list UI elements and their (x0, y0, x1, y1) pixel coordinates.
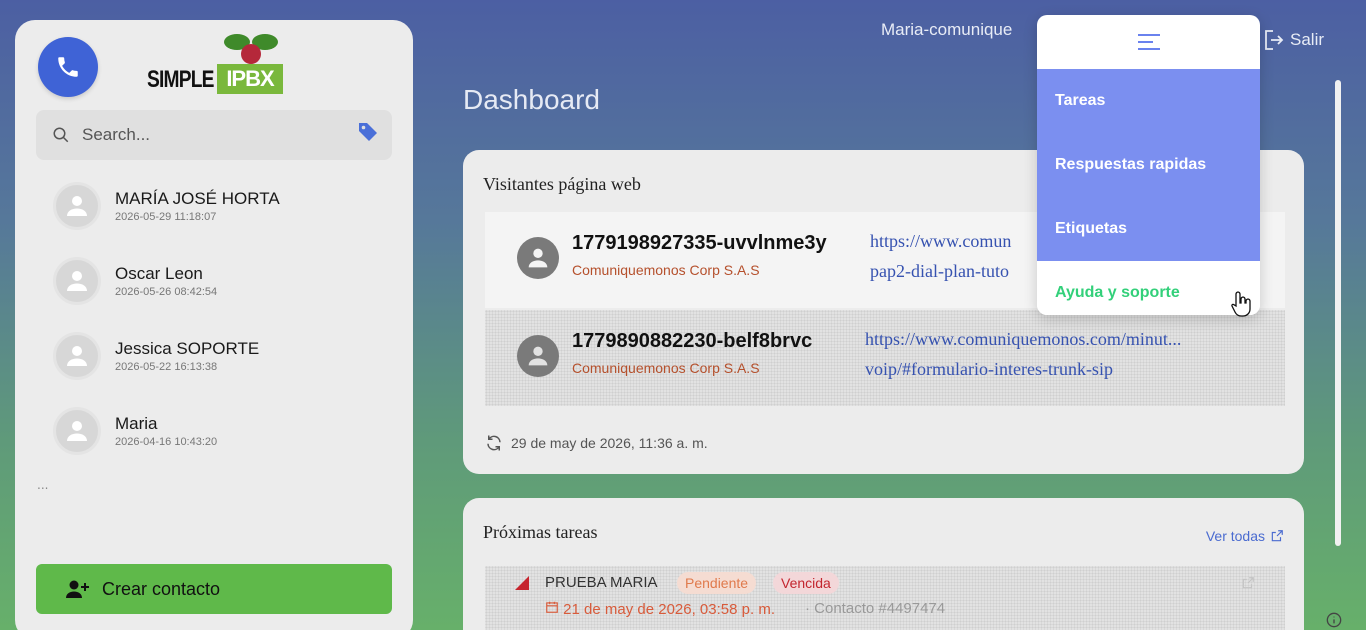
avatar (517, 237, 559, 279)
external-link-icon[interactable] (1241, 576, 1255, 590)
task-date-text: 21 de may de 2026, 03:58 p. m. (563, 601, 775, 618)
search-bar[interactable]: Search... (36, 110, 392, 160)
priority-flag-icon (515, 576, 529, 590)
contact-date: 2026-05-26 08:42:54 (115, 286, 218, 298)
contact-name: Oscar Leon (115, 264, 203, 283)
contact-name: Maria (115, 414, 158, 433)
simpleipbx-logo: SIMPLE IPBX (145, 32, 285, 98)
contact-date: 2026-05-29 11:18:07 (115, 211, 217, 223)
status-badge: Pendiente (677, 572, 757, 594)
visitors-title: Visitantes página web (483, 174, 641, 194)
info-icon[interactable] (1326, 612, 1342, 628)
avatar (53, 182, 101, 230)
user-plus-icon (66, 580, 89, 598)
visitor-url-line2[interactable]: voip/#formulario-interes-trunk-sip (865, 354, 1265, 384)
menu-item-tareas[interactable]: Tareas (1037, 69, 1260, 133)
menu-item-etiquetas[interactable]: Etiquetas (1037, 197, 1260, 261)
visitor-id: 1779198927335-uvvlnme3y (572, 232, 827, 254)
user-name: Maria-comunique (881, 20, 1013, 39)
logo-word: SIMPLE (147, 66, 214, 93)
last-updated-text: 29 de may de 2026, 11:36 a. m. (511, 435, 708, 451)
raspberry-leaf-icon (224, 34, 278, 64)
user-icon (67, 421, 87, 441)
external-link-icon (1271, 530, 1283, 542)
contact-item[interactable]: Oscar Leon 2026-05-26 08:42:54 (53, 251, 393, 311)
last-updated: 29 de may de 2026, 11:36 a. m. (485, 434, 708, 452)
task-item[interactable]: PRUEBA MARIA Pendiente Vencida 21 de may… (485, 566, 1285, 630)
create-contact-label: Crear contacto (102, 578, 221, 599)
tasks-card: Próximas tareas Ver todas PRUEBA MARIA P… (463, 498, 1304, 630)
user-icon (528, 346, 548, 366)
search-input[interactable]: Search... (82, 125, 150, 145)
refresh-icon[interactable] (485, 434, 503, 452)
more-indicator: ... (37, 478, 49, 492)
visitor-company: Comuniquemonos Corp S.A.S (572, 262, 760, 278)
visitor-id: 1779890882230-belf8brvc (572, 330, 813, 352)
scrollbar[interactable] (1335, 80, 1341, 546)
search-icon (53, 127, 69, 143)
task-name: PRUEBA MARIA (545, 574, 658, 591)
user-icon (67, 346, 87, 366)
visitor-company: Comuniquemonos Corp S.A.S (572, 360, 760, 376)
contact-date: 2026-04-16 10:43:20 (115, 436, 218, 448)
page-title: Dashboard (463, 84, 600, 115)
see-all-link[interactable]: Ver todas (1206, 528, 1284, 544)
contact-item[interactable]: Maria 2026-04-16 10:43:20 (53, 401, 393, 461)
logout-icon (1265, 30, 1284, 50)
user-icon (67, 196, 87, 216)
visitor-url-line1[interactable]: https://www.comuniquemonos.com/minut... (865, 324, 1265, 354)
menu-item-ayuda-soporte[interactable]: Ayuda y soporte (1037, 261, 1260, 315)
user-icon (67, 271, 87, 291)
sidebar: SIMPLE IPBX Search... MARÍA JOSÉ HORTA 20… (15, 20, 413, 630)
create-contact-button[interactable]: Crear contacto (36, 564, 392, 614)
tag-icon[interactable] (356, 120, 380, 144)
dropdown-header[interactable] (1037, 15, 1260, 69)
logout-label: Salir (1290, 30, 1325, 49)
visitor-row[interactable]: 1779890882230-belf8brvc Comuniquemonos C… (485, 310, 1285, 406)
contact-date: 2026-05-22 16:13:38 (115, 361, 218, 373)
task-date: 21 de may de 2026, 03:58 p. m. (545, 600, 775, 618)
tasks-title: Próximas tareas (483, 522, 598, 542)
phone-button[interactable] (38, 37, 98, 97)
avatar (53, 407, 101, 455)
hand-pointer-icon (1231, 291, 1251, 317)
calendar-icon (546, 601, 558, 613)
options-dropdown: Tareas Respuestas rapidas Etiquetas Ayud… (1037, 15, 1260, 315)
see-all-label: Ver todas (1205, 528, 1265, 544)
visitor-url[interactable]: https://www.comuniquemonos.com/minut... v… (865, 324, 1265, 384)
menu-icon (1137, 34, 1160, 50)
contact-name: Jessica SOPORTE (115, 339, 260, 358)
contact-item[interactable]: Jessica SOPORTE 2026-05-22 16:13:38 (53, 326, 393, 386)
logo-box: IPBX (217, 64, 283, 94)
contact-item[interactable]: MARÍA JOSÉ HORTA 2026-05-29 11:18:07 (53, 176, 393, 236)
avatar (53, 332, 101, 380)
phone-icon (58, 57, 78, 77)
menu-item-respuestas-rapidas[interactable]: Respuestas rapidas (1037, 133, 1260, 197)
user-icon (528, 248, 548, 268)
task-contact: · Contacto #4497474 (805, 600, 946, 617)
contact-name: MARÍA JOSÉ HORTA (115, 189, 280, 208)
avatar (517, 335, 559, 377)
avatar (53, 257, 101, 305)
overdue-badge: Vencida (773, 572, 839, 594)
logout-button[interactable]: Salir (1264, 28, 1324, 52)
